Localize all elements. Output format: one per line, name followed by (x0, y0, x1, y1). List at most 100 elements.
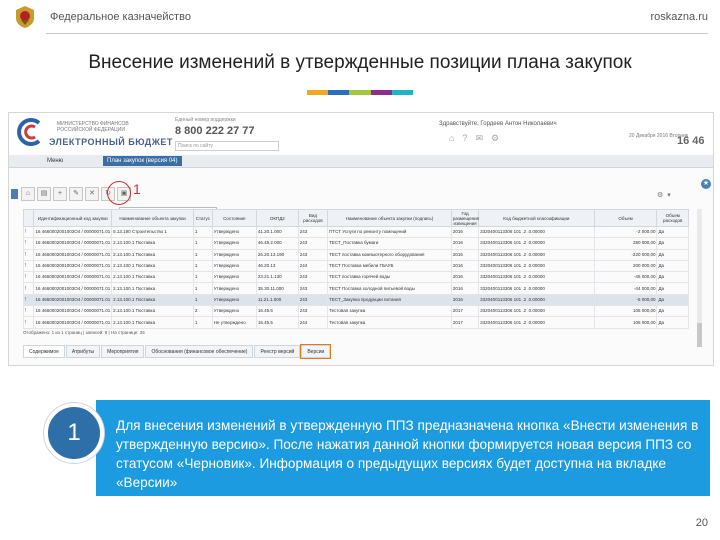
table-cell: Утверждено (211, 305, 257, 318)
header-action-icons[interactable]: ⌂?✉⚙ (449, 133, 507, 144)
tab-bottom-0[interactable]: Содержимое (23, 345, 65, 358)
agency-name: Федеральное казначейство (50, 11, 191, 23)
table-cell: 1 (192, 225, 213, 239)
app-screenshot: МИНИСТЕРСТВО ФИНАНСОВ РОССИЙСКОЙ ФЕДЕРАЦ… (8, 112, 714, 366)
table-cell: 2.13.100.1 Поставка (111, 305, 194, 318)
table-cell: 16 4660002001003О4 / 00000071.01 (33, 237, 113, 250)
table-cell: 243 (297, 282, 329, 295)
table-cell: 16 4660002001003О4 / 00000071.01 (33, 271, 113, 284)
table-row[interactable]: ! 16 4660002001003О4 / 00000071.01 2.13.10… (22, 248, 689, 261)
column-header[interactable]: Статус (192, 209, 213, 227)
table-row[interactable]: ! 16 4660002001003О4 / 00000071.01 2.13.10… (22, 293, 689, 307)
table-cell: Утверждено (211, 259, 257, 273)
add-icon[interactable]: + (53, 187, 67, 201)
tab-bottom-1[interactable]: Атрибуты (65, 345, 101, 358)
column-header[interactable] (22, 209, 35, 227)
table-cell: 2.13.100.1 Поставка (111, 248, 194, 261)
table-cell: Да (656, 282, 689, 295)
table-cell: ТЕСТ_Закупка продукции питания (327, 293, 452, 307)
table-cell: Утверждено (211, 271, 257, 284)
table-cell: Да (656, 293, 689, 307)
column-header[interactable]: ОКПД2 (255, 209, 299, 227)
accent-segment (349, 90, 371, 95)
column-header[interactable]: Состояние (211, 209, 257, 227)
table-row[interactable]: ! 16 4660002001003О4 / 00000071.01 2.13.10… (22, 271, 689, 284)
table-cell: 16 4660002001003О4 / 00000071.01 (33, 293, 113, 307)
bottom-tabs: Содержимое Атрибуты Мероприятия Обоснования… (23, 344, 332, 359)
table-cell: 243 (297, 293, 329, 307)
callout-highlight-circle (107, 181, 131, 205)
table-row[interactable]: ! 16 4660002001003О4 / 00000071.01 5.13.19… (22, 225, 689, 239)
column-header[interactable]: Идентификационный код закупки (33, 209, 113, 227)
tab-bottom-4[interactable]: Реестр версий (254, 345, 301, 358)
home-icon[interactable]: ⌂ (21, 187, 35, 201)
pagination-status: Отображено: 1 из 1 страниц | записей: 9 … (23, 330, 145, 335)
support-phone: 8 800 222 27 77 (175, 125, 255, 137)
delete-icon[interactable]: ✕ (85, 187, 99, 201)
table-row[interactable]: ! 16 4660002001003О4 / 00000071.01 2.13.10… (22, 259, 689, 273)
column-header[interactable]: Наименование объекта закупки (подпись) (327, 209, 452, 227)
table-cell: 16 4660002001003О4 / 00000071.01 (33, 305, 113, 318)
table-cell: 46.20.13 (255, 259, 299, 273)
site-search-input[interactable]: Поиск по сайту (175, 141, 279, 151)
table-cell: 105 000,00 (593, 316, 658, 329)
table-cell: 2016 (450, 259, 480, 273)
side-panel-toggle-icon[interactable] (11, 189, 18, 199)
column-header[interactable]: Год размещения извещения (450, 209, 480, 227)
row-flag-icon: ! (22, 259, 35, 273)
menu-button[interactable]: Меню (47, 156, 63, 166)
favorites-star-icon[interactable]: ★ (701, 179, 711, 189)
column-header[interactable]: Код бюджетной классификации (478, 209, 595, 227)
edit-icon[interactable]: ✎ (69, 187, 83, 201)
column-header[interactable]: Наименование объекта закупки (111, 209, 194, 227)
table-cell: 16 4660002001003О4 / 00000071.01 (33, 248, 113, 261)
callout-panel: 1 Для внесения изменений в утвержденную … (8, 392, 712, 496)
tab-bottom-2[interactable]: Мероприятия (101, 345, 145, 358)
column-header[interactable]: Объем (593, 209, 658, 227)
tab-purchase-plan[interactable]: План закупок (версия 04) (103, 156, 182, 166)
table-cell: Да (656, 225, 689, 239)
table-cell: Утверждено (211, 225, 257, 239)
table-cell: -45 000,00 (593, 271, 658, 284)
table-cell: 2016 (450, 225, 480, 239)
row-flag-icon: ! (22, 271, 35, 284)
row-flag-icon: ! (22, 316, 35, 329)
table-cell: 46.49.2.000 (255, 237, 299, 250)
table-cell: 2.13.100.1 Поставка (111, 271, 194, 284)
table-cell: 16 4660002001003О4 / 00000071.01 (33, 316, 113, 329)
table-cell: -5 000,00 (593, 293, 658, 307)
table-cell: -2 000,00 (593, 225, 658, 239)
table-row[interactable]: ! 16 4660002001003О4 / 00000071.01 2.13.10… (22, 305, 689, 318)
table-row[interactable]: ! 16 4660002001003О4 / 00000071.01 2.13.10… (22, 282, 689, 295)
column-header[interactable]: Вид расходов (297, 209, 329, 227)
callout-text: Для внесения изменений в утвержденную ПП… (116, 418, 699, 490)
grid-settings-icons[interactable]: ⚙▾ (657, 191, 675, 199)
row-flag-icon: ! (22, 248, 35, 261)
callout-marker: 1 (133, 181, 141, 197)
app-tabbar: Меню План закупок (версия 04) (9, 155, 713, 168)
table-scrollbar-thumb[interactable] (697, 323, 702, 347)
table-scrollbar[interactable] (697, 209, 702, 339)
accent-color-bar (307, 90, 414, 95)
site-link[interactable]: roskazna.ru (651, 11, 708, 23)
table-cell: 5.13.190 Строительство 1 (111, 225, 194, 239)
table-cell: ТЕСТ Поставка мебели ГБАУБ (327, 259, 452, 273)
open-icon[interactable]: ▤ (37, 187, 51, 201)
tab-bottom-5[interactable]: Версии (300, 344, 332, 359)
table-cell: 16 4660002001003О4 / 00000071.01 (33, 282, 113, 295)
table-row[interactable]: ! 16 4660002001003О4 / 00000071.01 2.13.10… (22, 316, 689, 329)
table-cell: 16.45.5 (255, 316, 299, 329)
table-cell: 200 000,00 (593, 259, 658, 273)
table-cell: ТЕСТ Поставка холодной питьевой воды (327, 282, 452, 295)
table-cell: Утверждено (211, 237, 257, 250)
table-cell: 1 (192, 282, 213, 295)
table-row[interactable]: ! 16 4660002001003О4 / 00000071.01 2.13.10… (22, 237, 689, 250)
table-cell: Тестовая закупка (327, 305, 452, 318)
table-cell: Да (656, 305, 689, 318)
table-cell: 35.30.11.000 (255, 282, 299, 295)
column-header[interactable]: Объем расходов (656, 209, 689, 227)
table-cell: 3320400113306 101 .2 .0.00000 (478, 282, 595, 295)
table-cell: 3320400113306 101 .2 .0.00000 (478, 248, 595, 261)
tab-bottom-3[interactable]: Обоснования (финансовое обеспечение) (145, 345, 254, 358)
slide-header: Федеральное казначейство roskazna.ru (0, 0, 720, 34)
